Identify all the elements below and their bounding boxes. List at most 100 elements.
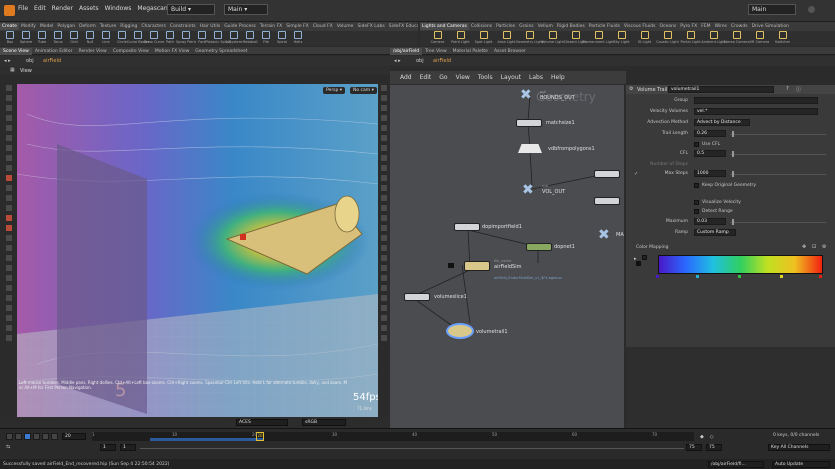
settings-icon[interactable]: ⚙ (822, 244, 826, 250)
slider-handle[interactable] (732, 171, 734, 177)
current-frame-field[interactable]: 20 (62, 433, 86, 440)
jump-start-icon[interactable] (6, 433, 13, 440)
shelf-tab[interactable]: Hair Utils (198, 23, 223, 30)
display-option-icon[interactable] (380, 314, 388, 322)
display-option-icon[interactable] (380, 244, 388, 252)
shelf-tab[interactable]: Guide Process (222, 23, 258, 30)
param-checkbox[interactable] (694, 200, 699, 205)
display-option-icon[interactable] (380, 284, 388, 292)
shelf-tool[interactable]: Stereo Camera (723, 31, 750, 44)
ocio-view-select[interactable]: sRGB (302, 419, 346, 426)
display-option-icon[interactable] (380, 144, 388, 152)
pane-tab[interactable]: Scene View (0, 48, 32, 55)
shelf-tab[interactable]: Crowds (729, 23, 750, 30)
shelf-tool[interactable]: Platonic Solids (205, 31, 231, 44)
param-slider[interactable] (730, 134, 826, 135)
user-icon[interactable] (808, 6, 815, 13)
range-slider[interactable] (140, 448, 684, 449)
shelf-tab[interactable]: Vellum (536, 23, 555, 30)
display-option-icon[interactable] (380, 94, 388, 102)
shelf-tool[interactable]: Portal Light (679, 31, 702, 44)
shelf-tab[interactable]: Particles (494, 23, 517, 30)
start-frame-field-2[interactable]: 1 (120, 444, 136, 451)
menu-item-windows[interactable]: Windows (105, 5, 132, 12)
back-arrow-icon[interactable]: ◂ ▸ (394, 58, 401, 64)
viewport-tool-icon[interactable] (5, 324, 13, 332)
shelf-tool[interactable]: Caustic Light (656, 31, 679, 44)
ocio-display-select[interactable]: ACES (236, 419, 288, 426)
path-airfield[interactable]: airField (43, 58, 61, 64)
shelf-tab[interactable]: SideFX Labs (355, 23, 386, 30)
node-bounds-out[interactable]: ✖ (520, 88, 536, 102)
shelf-tool[interactable]: Ambient Light (701, 31, 726, 44)
pane-tab[interactable]: Asset Browser (491, 48, 529, 55)
shelf-tool[interactable]: Box (2, 31, 18, 44)
menu-item-assets[interactable]: Assets (79, 5, 99, 12)
display-option-icon[interactable] (380, 134, 388, 142)
range-icon[interactable]: ⇆ (6, 444, 10, 450)
viewport-tool-icon[interactable] (5, 224, 13, 232)
end-frame-field[interactable]: 75 (686, 444, 702, 451)
shelf-tab[interactable]: Grains (517, 23, 536, 30)
shelf-tool[interactable]: Sky Light (610, 31, 633, 44)
display-option-icon[interactable] (380, 224, 388, 232)
shelf-tab[interactable]: Volume (335, 23, 356, 30)
pane-tab[interactable]: Material Palette (450, 48, 491, 55)
param-field[interactable] (694, 97, 818, 104)
node-airfieldsim[interactable] (464, 261, 490, 271)
path-obj[interactable]: obj (26, 58, 34, 64)
check-icon[interactable]: ✓ (634, 171, 638, 177)
param-field[interactable]: Advect by Distance (694, 119, 750, 126)
shelf-tab[interactable]: Terrain FX (258, 23, 284, 30)
node-dopnet1[interactable] (526, 243, 552, 251)
desktop-build-select[interactable]: Build ▾ (167, 4, 215, 15)
shelf-tool[interactable]: Null (82, 31, 98, 44)
key-filter-icon[interactable]: ◇ (710, 434, 714, 440)
ramp-key-0[interactable] (656, 275, 659, 278)
node-name-field[interactable]: volumetrail1 (668, 86, 774, 93)
viewport-tool-icon[interactable] (5, 274, 13, 282)
display-option-icon[interactable] (380, 194, 388, 202)
shelf-tab[interactable]: Rigging (118, 23, 139, 30)
viewport-tool-icon[interactable] (5, 214, 13, 222)
network-menu-go[interactable]: Go (439, 74, 447, 84)
network-editor[interactable]: Geometry ✖ null BOUNDS_OUT matchsize1 vd… (390, 85, 624, 432)
shelf-tab[interactable]: FEM (699, 23, 712, 30)
camera-menu[interactable]: No cam ▾ (350, 87, 377, 94)
shelf-tool[interactable]: Draw Curve (144, 31, 164, 44)
shelf-tab[interactable]: Rigid Bodies (555, 23, 587, 30)
shelf-tool[interactable]: Switcher (771, 31, 794, 44)
stop-icon[interactable] (24, 433, 31, 440)
viewport-tool-icon[interactable] (5, 254, 13, 262)
shelf-tab[interactable]: Texture (98, 23, 118, 30)
shelf-tool[interactable]: Geometry Light (516, 31, 543, 44)
shelf-tab[interactable]: Lights and Cameras (420, 23, 469, 30)
scene-viewport[interactable]: 5 Persp ▾ No cam ▾ Left mouse tumbles. M… (17, 84, 378, 417)
shelf-tool[interactable]: Grid (66, 31, 82, 44)
network-menu-add[interactable]: Add (400, 74, 412, 84)
display-option-icon[interactable] (380, 274, 388, 282)
persp-menu[interactable]: Persp ▾ (323, 87, 346, 94)
pane-tab[interactable]: Motion FX View (152, 48, 192, 55)
viewport-tool-icon[interactable] (5, 84, 13, 92)
shelf-tab[interactable]: Pyro FX (678, 23, 699, 30)
param-checkbox[interactable] (694, 183, 699, 188)
shelf-tab[interactable]: Modify (19, 23, 38, 30)
shelf-tool[interactable]: Line (98, 31, 114, 44)
slider-handle[interactable] (732, 219, 734, 225)
viewport-tool-icon[interactable] (5, 184, 13, 192)
pane-tab[interactable]: Composite View (110, 48, 152, 55)
shelf-tool[interactable]: Volume Light (541, 31, 564, 44)
timeline-ruler[interactable]: 20 1 10 20 30 40 50 60 70 (92, 432, 694, 441)
ramp-key-marker[interactable] (636, 261, 641, 266)
display-option-icon[interactable] (380, 324, 388, 332)
end-frame-field-2[interactable]: 75 (706, 444, 722, 451)
display-option-icon[interactable] (380, 174, 388, 182)
viewport-tool-icon[interactable] (5, 94, 13, 102)
ramp-key-1[interactable] (696, 275, 699, 278)
houdini-logo-icon[interactable] (4, 5, 15, 16)
shelf-tab[interactable]: Particle Fluids (587, 23, 622, 30)
ramp-key-3[interactable] (780, 275, 783, 278)
step-forward-icon[interactable] (42, 433, 49, 440)
network-menu-layout[interactable]: Layout (501, 74, 521, 84)
